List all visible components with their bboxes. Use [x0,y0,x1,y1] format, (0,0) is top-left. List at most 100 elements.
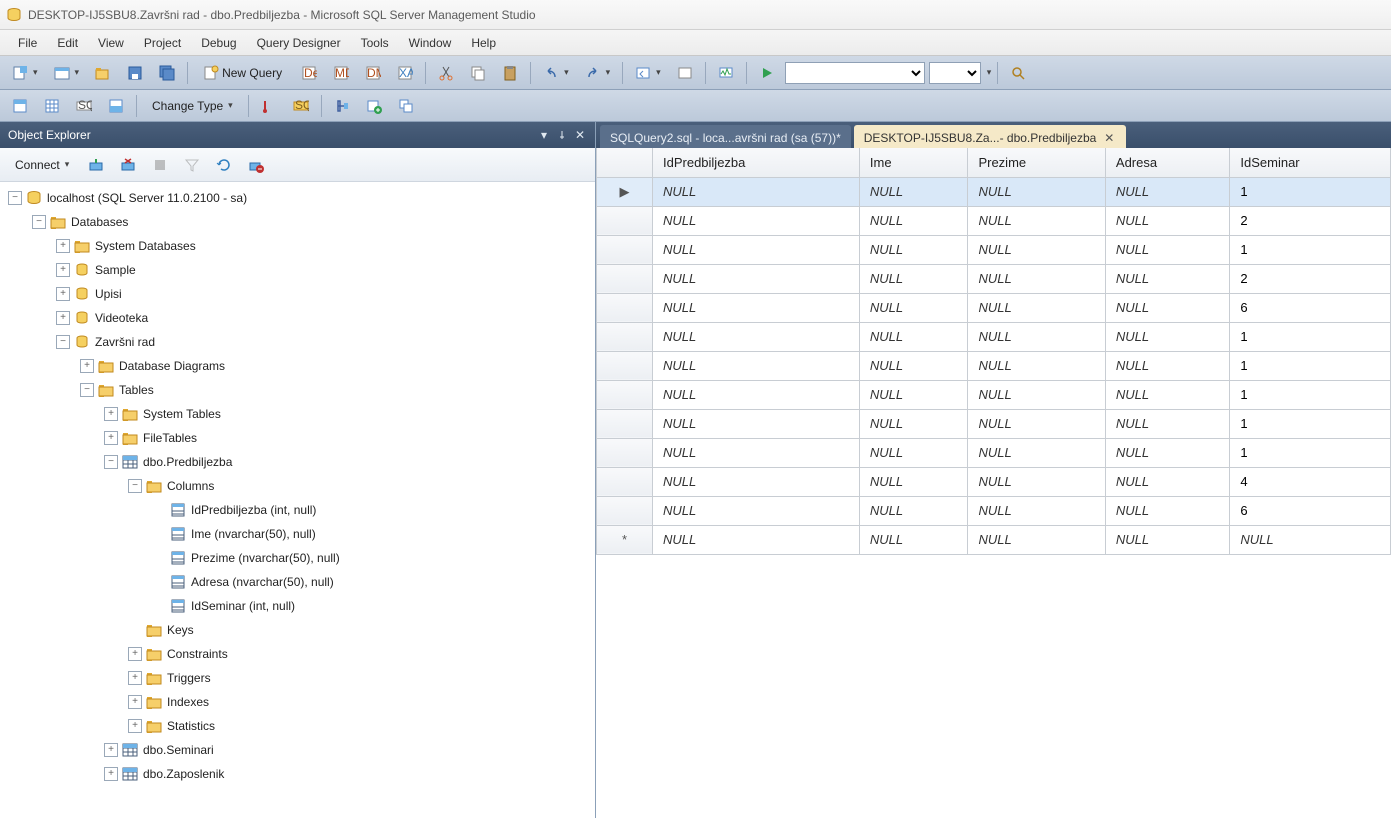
cell[interactable]: 6 [1230,496,1391,525]
cell[interactable]: NULL [859,264,968,293]
cell[interactable]: NULL [968,409,1105,438]
start-debug-icon[interactable] [753,61,781,85]
cell[interactable]: NULL [859,235,968,264]
cell[interactable]: NULL [859,177,968,206]
row-indicator[interactable] [597,409,653,438]
add-table-icon[interactable] [360,94,388,118]
cell[interactable]: NULL [653,438,860,467]
show-sql-pane-icon[interactable]: SQL [70,94,98,118]
cell[interactable]: NULL [1105,409,1229,438]
cell[interactable]: NULL [859,293,968,322]
table-row[interactable]: NULLNULLNULLNULL6 [597,496,1391,525]
debug-target-combo[interactable] [785,62,925,84]
add-derived-table-icon[interactable] [392,94,420,118]
tree-filetables[interactable]: +FileTables [0,426,595,450]
expand-icon[interactable]: + [128,719,142,733]
stop-icon[interactable] [146,153,174,177]
undo-button[interactable]: ▾ [537,61,575,85]
cell[interactable]: NULL [968,467,1105,496]
connect-server-icon[interactable] [82,153,110,177]
connect-button[interactable]: Connect▾ [6,154,78,176]
delete-server-icon[interactable] [242,153,270,177]
cell[interactable]: NULL [653,409,860,438]
table-row[interactable]: NULLNULLNULLNULL1 [597,235,1391,264]
tree-view[interactable]: −localhost (SQL Server 11.0.2100 - sa)−D… [0,182,595,818]
col-header-idseminar[interactable]: IdSeminar [1230,148,1391,177]
table-row[interactable]: NULLNULLNULLNULL1 [597,351,1391,380]
cell[interactable]: NULL [968,177,1105,206]
row-header-corner[interactable] [597,148,653,177]
new-query-button[interactable]: New Query [194,61,291,85]
pin-icon[interactable] [555,128,569,142]
row-indicator[interactable] [597,206,653,235]
table-row[interactable]: ▶NULLNULLNULLNULL1 [597,177,1391,206]
cell[interactable]: 1 [1230,351,1391,380]
tree-triggers[interactable]: +Triggers [0,666,595,690]
collapse-icon[interactable]: − [128,479,142,493]
cell[interactable]: 1 [1230,235,1391,264]
menu-file[interactable]: File [8,32,47,54]
cell[interactable]: NULL [653,496,860,525]
disconnect-server-icon[interactable] [114,153,142,177]
collapse-icon[interactable]: − [56,335,70,349]
cell[interactable]: NULL [859,206,968,235]
cell[interactable]: 1 [1230,409,1391,438]
results-grid[interactable]: IdPredbiljezbaImePrezimeAdresaIdSeminar▶… [596,148,1391,818]
db-engine-query-icon[interactable]: De [295,61,323,85]
table-row[interactable]: NULLNULLNULLNULL6 [597,293,1391,322]
cell[interactable]: NULL [653,206,860,235]
cell[interactable]: NULL [653,177,860,206]
cell[interactable]: NULL [859,380,968,409]
tree-seminari[interactable]: +dbo.Seminari [0,738,595,762]
cell[interactable]: NULL [653,322,860,351]
tree-root[interactable]: −localhost (SQL Server 11.0.2100 - sa) [0,186,595,210]
expand-icon[interactable]: + [104,743,118,757]
cell[interactable]: NULL [968,438,1105,467]
xmla-query-icon[interactable]: XA [391,61,419,85]
cell[interactable]: NULL [653,235,860,264]
cell[interactable]: NULL [968,351,1105,380]
cell[interactable]: NULL [859,525,968,554]
cell[interactable]: NULL [968,293,1105,322]
cut-button[interactable] [432,61,460,85]
cell[interactable]: NULL [968,235,1105,264]
cell[interactable]: NULL [1105,496,1229,525]
add-group-by-icon[interactable] [328,94,356,118]
document-tab-1[interactable]: DESKTOP-IJ5SBU8.Za...- dbo.Predbiljezba✕ [854,125,1127,148]
cell[interactable]: NULL [1105,322,1229,351]
collapse-icon[interactable]: − [8,191,22,205]
find-button[interactable] [1004,61,1032,85]
cell[interactable]: NULL [859,351,968,380]
dmx-query-icon[interactable]: DM [359,61,387,85]
expand-icon[interactable]: + [104,407,118,421]
row-indicator[interactable] [597,322,653,351]
tree-col_ime[interactable]: Ime (nvarchar(50), null) [0,522,595,546]
expand-icon[interactable]: + [56,311,70,325]
cell[interactable]: NULL [653,351,860,380]
expand-icon[interactable]: + [128,671,142,685]
collapse-icon[interactable]: − [104,455,118,469]
tree-col_prezime[interactable]: Prezime (nvarchar(50), null) [0,546,595,570]
change-type-button[interactable]: Change Type▾ [143,95,242,117]
tree-db_diagrams[interactable]: +Database Diagrams [0,354,595,378]
filter-icon[interactable] [178,153,206,177]
expand-icon[interactable]: + [104,431,118,445]
table-row[interactable]: *NULLNULLNULLNULLNULL [597,525,1391,554]
cell[interactable]: NULL [1105,438,1229,467]
menu-project[interactable]: Project [134,32,191,54]
mdx-query-icon[interactable]: MD [327,61,355,85]
cell[interactable]: NULL [968,322,1105,351]
cell[interactable]: NULL [1105,177,1229,206]
cell[interactable]: 2 [1230,206,1391,235]
cell[interactable]: NULL [859,496,968,525]
tree-col_adresa[interactable]: Adresa (nvarchar(50), null) [0,570,595,594]
show-results-pane-icon[interactable] [102,94,130,118]
cell[interactable]: NULL [968,380,1105,409]
cell[interactable]: 4 [1230,467,1391,496]
tree-databases[interactable]: −Databases [0,210,595,234]
tree-zavrsni[interactable]: −Završni rad [0,330,595,354]
expand-icon[interactable]: + [56,263,70,277]
menu-help[interactable]: Help [461,32,506,54]
row-indicator[interactable] [597,293,653,322]
col-header-idpredbiljezba[interactable]: IdPredbiljezba [653,148,860,177]
